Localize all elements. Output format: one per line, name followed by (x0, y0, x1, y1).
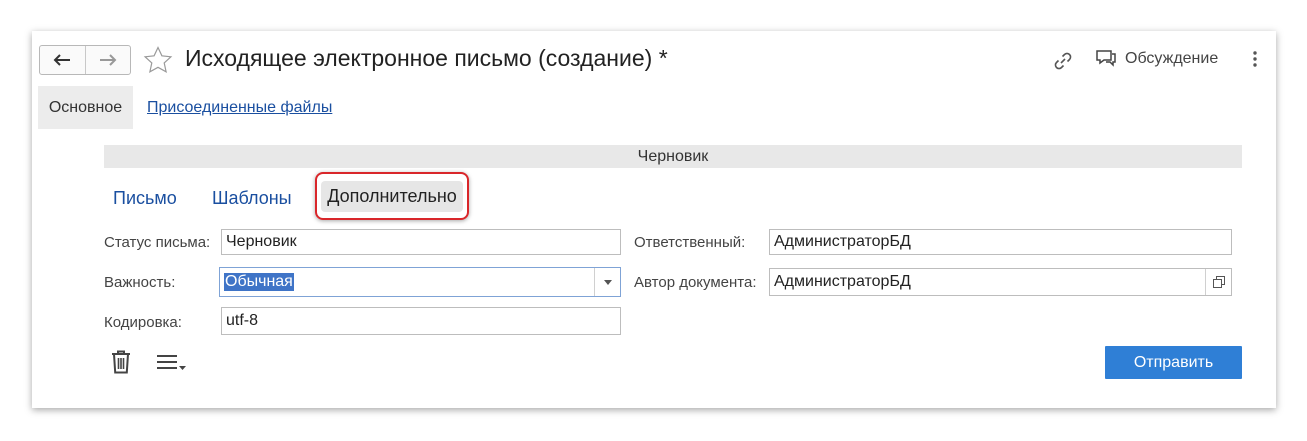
open-window-icon (1212, 276, 1225, 288)
chevron-down-icon (179, 366, 186, 370)
discussion-label: Обсуждение (1125, 50, 1219, 67)
status-label: Статус письма: (104, 234, 211, 251)
status-field[interactable]: Черновик (221, 229, 621, 255)
status-banner: Черновик (104, 145, 1242, 168)
author-field[interactable]: АдминистраторБД (769, 268, 1232, 296)
importance-select[interactable]: Обычная (219, 267, 621, 297)
tab-additional[interactable]: Дополнительно (315, 172, 469, 220)
star-icon[interactable] (143, 46, 173, 74)
responsible-label: Ответственный: (634, 234, 746, 251)
arrow-left-icon (53, 54, 71, 66)
responsible-field[interactable]: АдминистраторБД (769, 229, 1232, 255)
encoding-label: Кодировка: (104, 314, 182, 331)
send-button[interactable]: Отправить (1105, 346, 1242, 379)
chevron-down-icon (603, 279, 612, 285)
menu-icon (157, 355, 177, 369)
menu-button[interactable] (157, 354, 186, 370)
tab-letter[interactable]: Письмо (113, 188, 177, 209)
navigation-buttons (39, 45, 131, 75)
author-value: АдминистраторБД (774, 273, 911, 290)
open-author-button[interactable] (1205, 269, 1231, 295)
importance-value: Обычная (224, 273, 294, 291)
tab-attached-files[interactable]: Присоединенные файлы (147, 86, 332, 129)
dropdown-button[interactable] (594, 268, 620, 296)
link-icon[interactable] (1052, 50, 1074, 72)
importance-label: Важность: (104, 274, 176, 291)
trash-icon[interactable] (111, 350, 131, 374)
tab-main[interactable]: Основное (38, 86, 133, 129)
document-window: Исходящее электронное письмо (создание) … (32, 31, 1276, 408)
forward-button[interactable] (84, 46, 131, 74)
back-button[interactable] (40, 46, 85, 74)
tab-templates[interactable]: Шаблоны (212, 188, 292, 209)
author-label: Автор документа: (634, 274, 757, 291)
window-title: Исходящее электронное письмо (создание) … (185, 45, 668, 71)
chat-icon (1096, 50, 1116, 67)
arrow-right-icon (99, 54, 117, 66)
discussion-button[interactable]: Обсуждение (1095, 49, 1218, 69)
encoding-field[interactable]: utf-8 (221, 307, 621, 335)
more-vertical-icon[interactable] (1252, 51, 1258, 67)
tab-additional-label: Дополнительно (321, 180, 463, 212)
